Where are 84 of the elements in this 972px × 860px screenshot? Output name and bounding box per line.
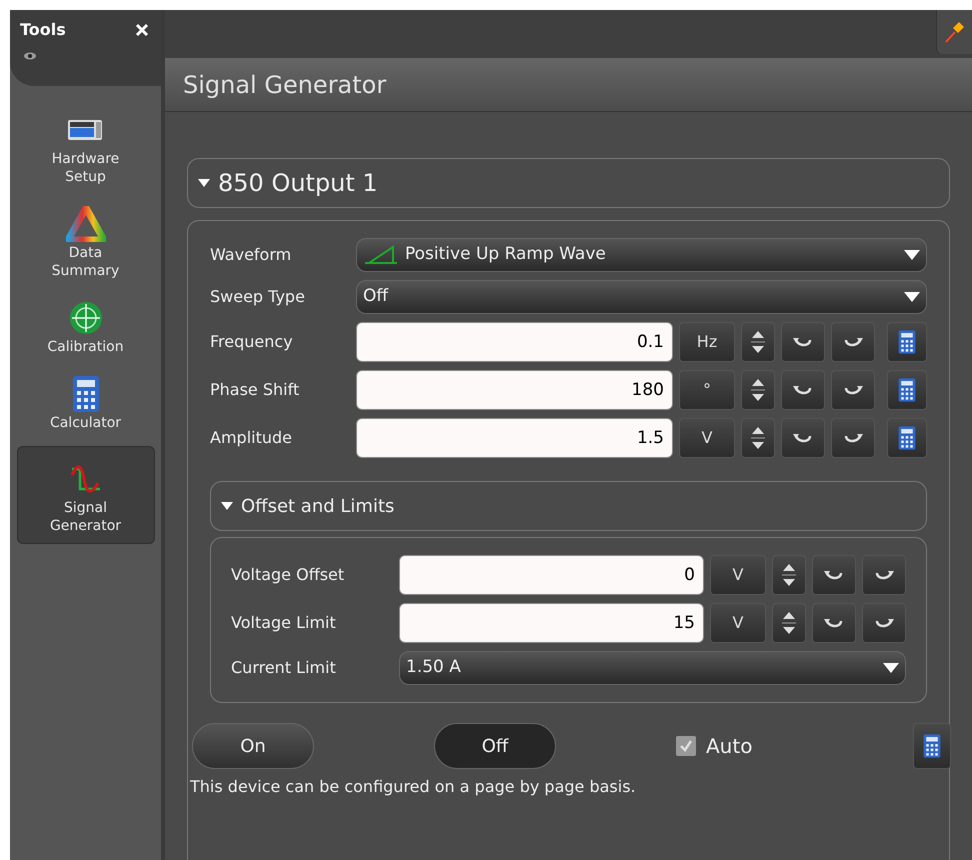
target-icon bbox=[68, 300, 104, 336]
ramp-icon bbox=[363, 245, 399, 265]
dropdown[interactable]: 1.50 A bbox=[399, 651, 906, 685]
increase-button[interactable] bbox=[831, 370, 875, 410]
panel-title: Signal Generator bbox=[183, 70, 386, 101]
decrease-button[interactable] bbox=[781, 370, 825, 410]
unit-button[interactable]: V bbox=[710, 603, 766, 643]
curve-right-icon bbox=[843, 431, 863, 445]
device-icon bbox=[66, 118, 104, 142]
dropdown-arrow-icon bbox=[904, 250, 920, 260]
calculator-icon bbox=[898, 329, 916, 355]
number-field[interactable]: 15 bbox=[399, 603, 704, 643]
pin-icon bbox=[944, 20, 966, 44]
sidebar-item[interactable]: Data Summary bbox=[16, 200, 154, 284]
sidebar-item[interactable]: Calculator bbox=[16, 370, 154, 436]
dropdown-arrow-icon bbox=[883, 663, 899, 673]
calculator-icon bbox=[898, 425, 916, 451]
dropdown[interactable]: Off bbox=[356, 280, 927, 314]
calculator-button[interactable] bbox=[887, 418, 927, 458]
curve-left-icon bbox=[824, 616, 844, 630]
increase-button[interactable] bbox=[862, 603, 906, 643]
eye-icon bbox=[24, 52, 36, 60]
increase-button[interactable] bbox=[831, 322, 875, 362]
toggle-button[interactable]: On bbox=[192, 723, 314, 769]
info-text: This device can be configured on a page by page basis. bbox=[190, 776, 637, 798]
spinner-button[interactable] bbox=[741, 418, 775, 458]
caret-icon bbox=[198, 179, 210, 187]
increase-button[interactable] bbox=[831, 418, 875, 458]
curve-left-icon bbox=[793, 383, 813, 397]
spinner-button[interactable] bbox=[741, 370, 775, 410]
unit-button[interactable]: Hz bbox=[679, 322, 735, 362]
field-label: Amplitude bbox=[210, 427, 293, 449]
sidebar-item[interactable]: Signal Generator bbox=[16, 446, 154, 544]
decrease-button[interactable] bbox=[781, 418, 825, 458]
unit-button[interactable]: V bbox=[710, 555, 766, 595]
field-label: Frequency bbox=[210, 331, 294, 353]
close-button[interactable] bbox=[135, 22, 151, 38]
dropdown[interactable]: Positive Up Ramp Wave bbox=[356, 238, 927, 272]
calculator-button[interactable] bbox=[913, 723, 951, 769]
curve-left-icon bbox=[793, 431, 813, 445]
number-field[interactable]: 1.5 bbox=[356, 418, 673, 458]
increase-button[interactable] bbox=[862, 555, 906, 595]
number-field[interactable]: 0 bbox=[399, 555, 704, 595]
sidebar-title: Tools bbox=[20, 19, 66, 41]
curve-left-icon bbox=[793, 335, 813, 349]
checkbox-label: Auto bbox=[706, 733, 752, 760]
curve-right-icon bbox=[874, 568, 894, 582]
close-icon bbox=[135, 23, 149, 37]
sidebar-item[interactable]: Calibration bbox=[16, 294, 154, 360]
caret-icon bbox=[221, 502, 233, 510]
number-field[interactable]: 0.1 bbox=[356, 322, 673, 362]
calculator-icon bbox=[898, 377, 916, 403]
curve-left-icon bbox=[824, 568, 844, 582]
triangle-icon bbox=[66, 206, 106, 242]
checkbox[interactable] bbox=[676, 736, 696, 756]
decrease-button[interactable] bbox=[781, 322, 825, 362]
field-label: Phase Shift bbox=[210, 379, 300, 401]
section-header[interactable]: Offset and Limits bbox=[210, 481, 927, 531]
unit-button[interactable]: V bbox=[679, 418, 735, 458]
field-label: Current Limit bbox=[231, 657, 337, 679]
decrease-button[interactable] bbox=[812, 555, 856, 595]
field-label: Sweep Type bbox=[210, 286, 306, 308]
field-label: Voltage Limit bbox=[231, 612, 337, 634]
section-header[interactable]: 850 Output 1 bbox=[187, 158, 950, 208]
calculator-button[interactable] bbox=[887, 370, 927, 410]
field-label: Waveform bbox=[210, 244, 292, 266]
curve-right-icon bbox=[874, 616, 894, 630]
field-label: Voltage Offset bbox=[231, 564, 346, 586]
number-field[interactable]: 180 bbox=[356, 370, 673, 410]
spinner-button[interactable] bbox=[741, 322, 775, 362]
check-icon bbox=[679, 739, 693, 753]
decrease-button[interactable] bbox=[812, 603, 856, 643]
curve-right-icon bbox=[843, 335, 863, 349]
unit-button[interactable]: ° bbox=[679, 370, 735, 410]
curve-right-icon bbox=[843, 383, 863, 397]
calculator-icon bbox=[72, 375, 100, 413]
toggle-button[interactable]: Off bbox=[434, 723, 556, 769]
calculator-icon bbox=[923, 733, 941, 759]
pin-button[interactable] bbox=[936, 10, 972, 54]
dropdown-arrow-icon bbox=[904, 292, 920, 302]
calculator-button[interactable] bbox=[887, 322, 927, 362]
spinner-button[interactable] bbox=[772, 555, 806, 595]
sidebar-item[interactable]: Hardware Setup bbox=[16, 106, 154, 190]
spinner-button[interactable] bbox=[772, 603, 806, 643]
